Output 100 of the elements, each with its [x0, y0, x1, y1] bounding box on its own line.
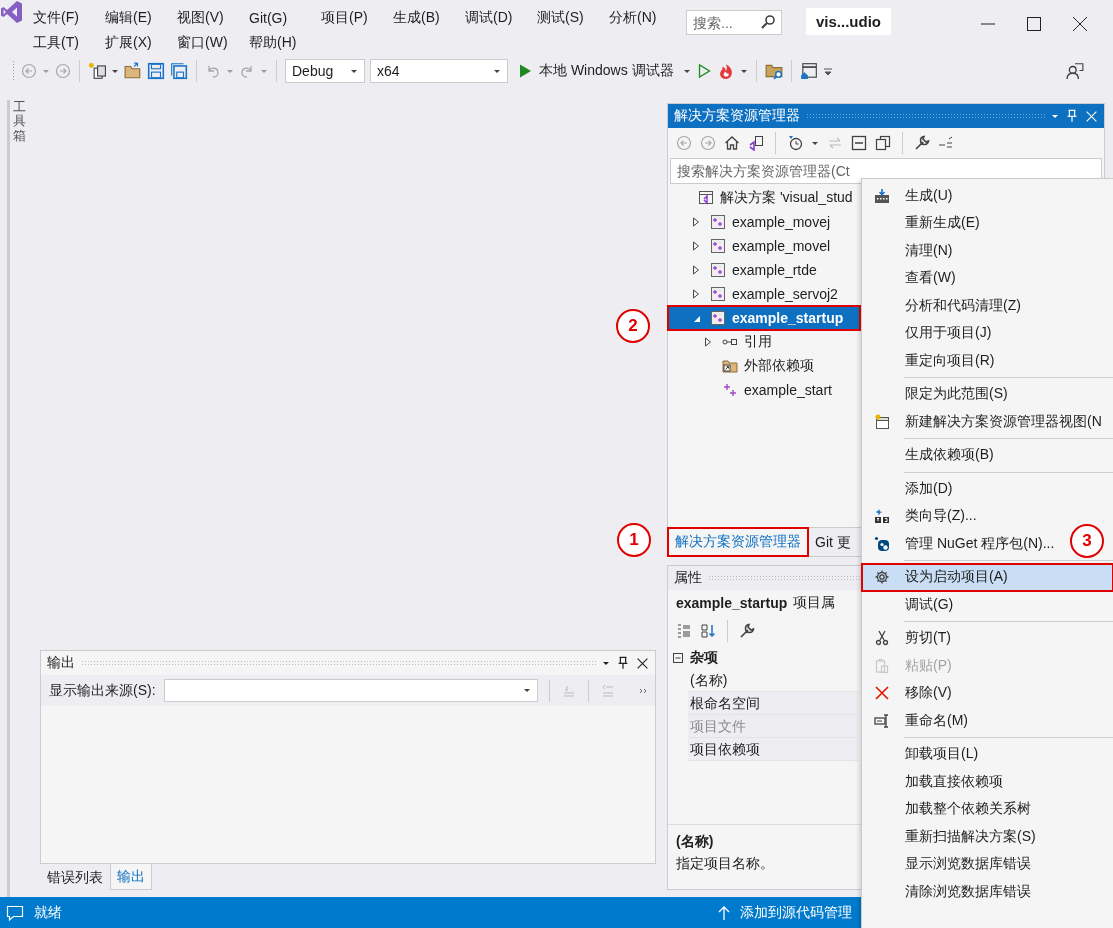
overflow-icon[interactable] [822, 66, 833, 76]
pin-icon[interactable] [616, 656, 630, 670]
notification-icon[interactable] [6, 903, 24, 922]
maximize-icon[interactable] [1026, 16, 1042, 32]
open-folder-icon[interactable] [124, 62, 142, 80]
wrench-icon[interactable] [739, 623, 755, 639]
panel-tab[interactable]: 输出 [110, 864, 152, 890]
menu-item[interactable]: 清除浏览数据库错误 [862, 878, 1039, 906]
platform-dropdown[interactable]: x64 [370, 59, 508, 83]
panel-title: 输出 [47, 654, 75, 672]
panel-tab[interactable]: 解决方案资源管理器 [668, 528, 808, 556]
window-layout-icon[interactable] [799, 62, 818, 80]
menu-item[interactable]: 生成(U) [862, 182, 961, 210]
tree-item[interactable]: example_rtde [668, 258, 860, 282]
menu-item[interactable]: Git(G) [240, 7, 310, 28]
menu-item[interactable]: 加载直接依赖项 [862, 768, 1011, 796]
menu-item[interactable]: 窗口(W) [168, 31, 238, 54]
menu-item[interactable]: 仅用于项目(J) [862, 319, 1000, 347]
menu-item[interactable]: 加载整个依赖关系树 [862, 795, 1039, 823]
menu-item[interactable]: 工具(T) [24, 31, 94, 54]
panel-tab[interactable]: Git 更 [808, 528, 858, 556]
app-logo-icon [0, 0, 24, 24]
menu-item[interactable]: 调试(G) [862, 591, 962, 619]
menu-item[interactable]: 测试(S) [528, 6, 598, 29]
menu-item[interactable]: 视图(V) [168, 6, 238, 29]
history-icon[interactable] [787, 135, 803, 151]
menu-item[interactable]: 生成(B) [384, 6, 454, 29]
sort-alphabetical-icon[interactable] [700, 623, 716, 639]
expander-icon[interactable] [691, 289, 701, 299]
menu-item[interactable]: 编辑(E) [96, 6, 166, 29]
menu-item[interactable]: 分析(N) [600, 6, 670, 29]
toolbox-tab[interactable]: 工具箱 [7, 100, 26, 897]
project-icon [710, 238, 726, 254]
menu-item[interactable]: 重新生成(E) [862, 209, 988, 237]
start-debugging-button[interactable]: 本地 Windows 调试器 [513, 62, 678, 80]
menu-item[interactable]: 重定向项目(R) [862, 347, 1003, 375]
panel-title: 属性 [674, 569, 702, 587]
configuration-dropdown[interactable]: Debug [285, 59, 365, 83]
menu-item[interactable]: 设为启动项目(A) [862, 563, 1113, 591]
folder-search-icon[interactable] [764, 62, 783, 80]
project-icon [710, 310, 726, 326]
collapse-icon[interactable] [672, 651, 684, 664]
preview-icon[interactable] [938, 135, 954, 151]
property-name[interactable]: 项目依赖项 [688, 738, 858, 761]
property-name[interactable]: 根命名空间 [688, 692, 858, 715]
menu-item[interactable]: 限定为此范围(S) [862, 380, 1016, 408]
menu-item[interactable]: 显示浏览数据库错误 [862, 850, 1039, 878]
tree-item[interactable]: example_start [668, 378, 860, 402]
up-arrow-icon[interactable] [716, 904, 732, 921]
menu-item[interactable]: 类向导(Z)... [862, 502, 985, 530]
caret-icon[interactable] [602, 660, 610, 666]
close-icon[interactable] [1072, 16, 1088, 32]
tree-item[interactable]: example_startup [668, 306, 860, 330]
expander-icon[interactable] [691, 265, 701, 275]
copy-icon[interactable] [875, 135, 891, 151]
menu-item[interactable]: 文件(F) [24, 6, 94, 29]
save-all-icon[interactable] [170, 62, 188, 80]
menu-item[interactable]: 项目(P) [312, 6, 382, 29]
menu-item[interactable]: 生成依赖项(B) [862, 441, 1002, 469]
tree-item[interactable]: 引用 [668, 330, 860, 354]
caret-icon[interactable] [682, 68, 691, 74]
menu-item[interactable]: 剪切(T) [862, 624, 959, 652]
menu-item[interactable]: 重新扫描解决方案(S) [862, 823, 1044, 851]
close-icon[interactable] [636, 656, 649, 670]
expander-icon[interactable] [703, 337, 713, 347]
overflow-icon[interactable] [639, 687, 647, 694]
home-icon[interactable] [724, 135, 740, 151]
expander-icon[interactable] [691, 241, 701, 251]
solution-view-icon[interactable] [748, 135, 764, 151]
save-icon[interactable] [147, 62, 165, 80]
menu-item[interactable]: 移除(V) [862, 679, 960, 707]
caret-icon[interactable] [739, 68, 748, 74]
menu-item[interactable]: 卸载项目(L) [862, 740, 987, 768]
menu-item[interactable]: 管理 NuGet 程序包(N)... [862, 530, 1063, 558]
tree-item[interactable]: 外部依赖项 [668, 354, 860, 378]
search-field[interactable]: 搜索... [686, 10, 782, 35]
menu-item[interactable]: 新建解决方案资源管理器视图(N [862, 408, 1110, 436]
menu-item[interactable]: 帮助(H) [240, 31, 310, 54]
caret-icon [493, 68, 501, 74]
menu-item[interactable]: 扩展(X) [96, 31, 166, 54]
menu-item[interactable]: 调试(D) [456, 6, 526, 29]
menu-item[interactable]: 分析和代码清理(Z) [862, 292, 1029, 320]
source-control-button[interactable]: 添加到源代码管理 [740, 903, 852, 922]
new-project-icon[interactable] [88, 62, 106, 80]
menu-item[interactable]: 重命名(M) [862, 707, 976, 735]
tree-item[interactable]: example_servoj2 [668, 282, 860, 306]
menu-item[interactable]: 添加(D) [862, 475, 961, 503]
live-share-icon[interactable] [1066, 62, 1084, 80]
caret-icon[interactable] [111, 68, 119, 74]
tree-item[interactable]: example_movel [668, 234, 860, 258]
caret-icon[interactable] [811, 140, 819, 146]
categorized-icon[interactable] [676, 623, 692, 639]
menu-item[interactable]: 查看(W) [862, 264, 964, 292]
expander-icon[interactable] [691, 217, 701, 227]
tree-item[interactable]: 解决方案 'visual_stud [668, 186, 860, 210]
wrench-icon[interactable] [914, 135, 930, 151]
collapse-all-icon[interactable] [851, 135, 867, 151]
tree-item[interactable]: example_movej [668, 210, 860, 234]
panel-tab[interactable]: 错误列表 [40, 864, 110, 890]
menu-item[interactable]: 清理(N) [862, 237, 961, 265]
